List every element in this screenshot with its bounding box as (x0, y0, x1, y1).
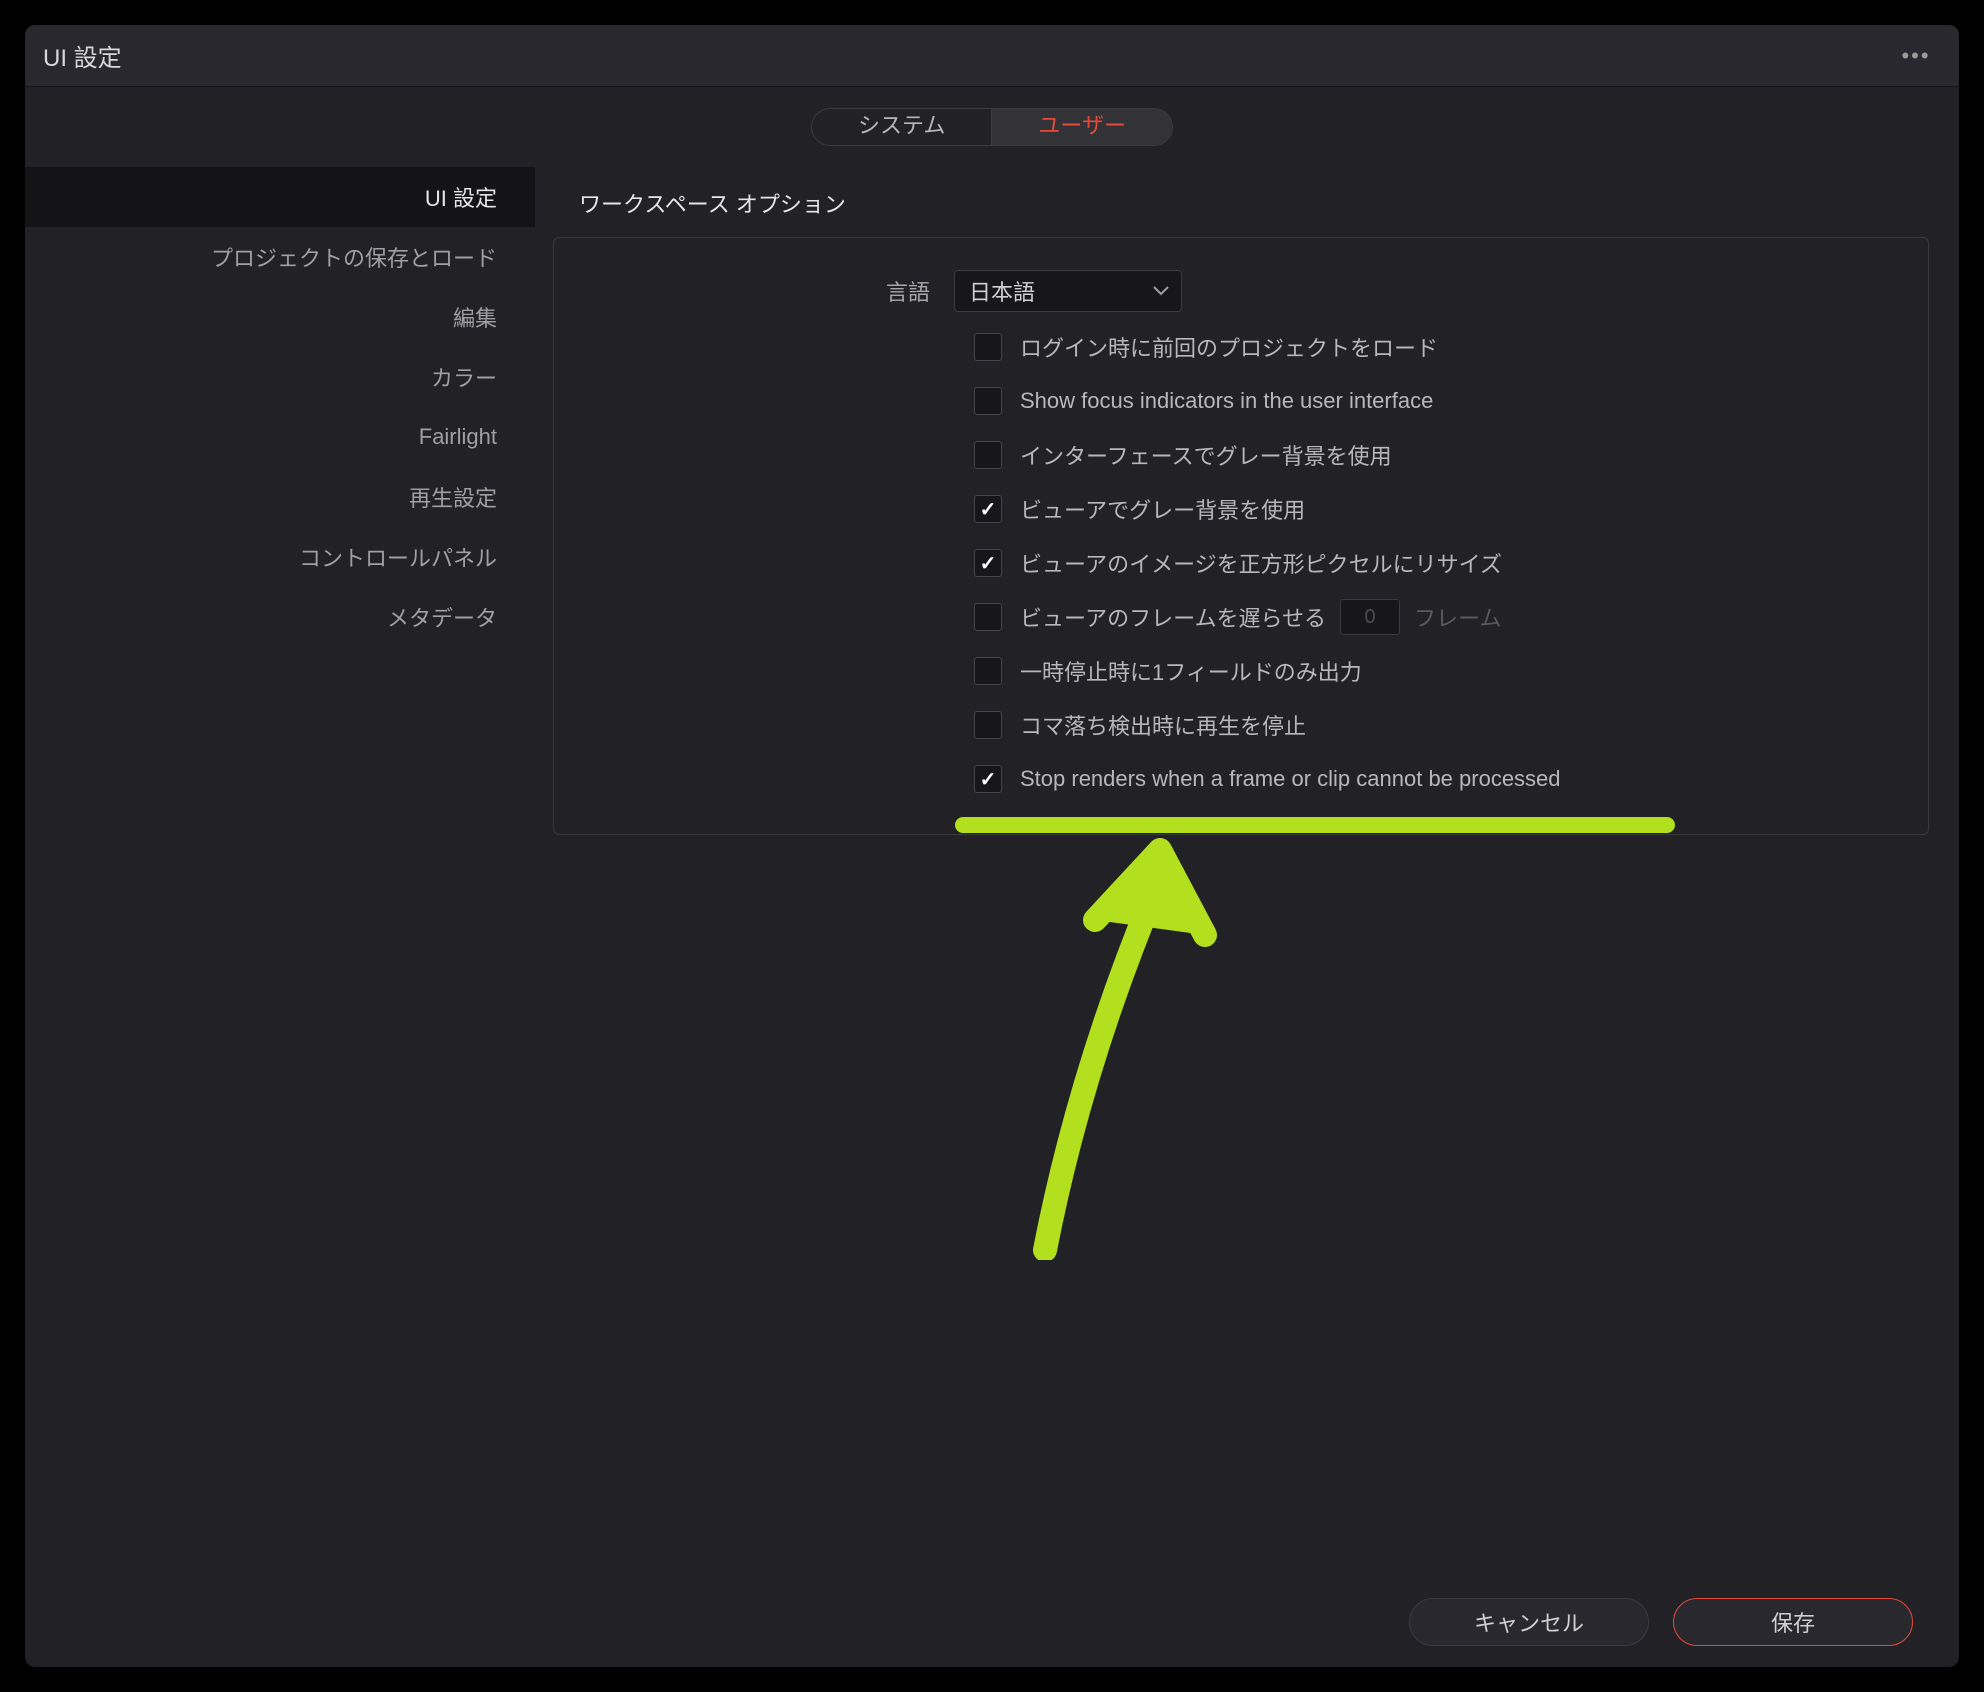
tab-strip: システム ユーザー (25, 87, 1959, 167)
cancel-button[interactable]: キャンセル (1409, 1598, 1649, 1646)
titlebar: UI 設定 ••• (25, 25, 1959, 87)
option-row: コマ落ち検出時に再生を停止 (554, 698, 1928, 752)
tab-user[interactable]: ユーザー (992, 109, 1172, 146)
checkbox-gray-bg-interface[interactable] (974, 441, 1002, 469)
language-row: 言語 日本語 (554, 262, 1928, 320)
checkbox-stop-playback-dropped[interactable] (974, 711, 1002, 739)
option-row: ビューアのイメージを正方形ピクセルにリサイズ (554, 536, 1928, 590)
sidebar-item-playback[interactable]: 再生設定 (25, 467, 535, 527)
language-label: 言語 (886, 275, 930, 307)
sidebar-item-metadata[interactable]: メタデータ (25, 587, 535, 647)
option-row: Stop renders when a frame or clip cannot… (554, 752, 1928, 806)
window-title: UI 設定 (43, 38, 122, 73)
checkbox-focus-indicators[interactable] (974, 387, 1002, 415)
language-select[interactable]: 日本語 (954, 270, 1182, 312)
option-row: ビューアのフレームを遅らせる フレーム (554, 590, 1928, 644)
section-title: ワークスペース オプション (535, 181, 1959, 237)
sidebar-item-ui-settings[interactable]: UI 設定 (25, 167, 535, 227)
option-row: Show focus indicators in the user interf… (554, 374, 1928, 428)
checkbox-square-pixel-resize[interactable] (974, 549, 1002, 577)
sidebar-item-fairlight[interactable]: Fairlight (25, 407, 535, 467)
settings-window: UI 設定 ••• システム ユーザー UI 設定 プロジェクトの保存とロード … (25, 25, 1959, 1667)
main-content: ワークスペース オプション 言語 日本語 ログイン時に前回のプロジェクトをロード… (535, 167, 1959, 1577)
frames-unit: フレーム (1414, 601, 1501, 633)
checkbox-gray-bg-viewer[interactable] (974, 495, 1002, 523)
sidebar-item-control-panel[interactable]: コントロールパネル (25, 527, 535, 587)
body: UI 設定 プロジェクトの保存とロード 編集 カラー Fairlight 再生設… (25, 167, 1959, 1577)
sidebar-item-project-save-load[interactable]: プロジェクトの保存とロード (25, 227, 535, 287)
chevron-down-icon (1153, 286, 1169, 296)
tab-system[interactable]: システム (812, 109, 992, 146)
save-button[interactable]: 保存 (1673, 1598, 1913, 1646)
sidebar-item-editing[interactable]: 編集 (25, 287, 535, 347)
option-label: 一時停止時に1フィールドのみ出力 (1020, 655, 1362, 687)
option-label: ビューアのイメージを正方形ピクセルにリサイズ (1020, 547, 1502, 579)
option-row: ビューアでグレー背景を使用 (554, 482, 1928, 536)
option-row: 一時停止時に1フィールドのみ出力 (554, 644, 1928, 698)
more-menu-button[interactable]: ••• (1891, 36, 1941, 76)
option-label: ビューアでグレー背景を使用 (1020, 493, 1305, 525)
option-row: インターフェースでグレー背景を使用 (554, 428, 1928, 482)
option-row: ログイン時に前回のプロジェクトをロード (554, 320, 1928, 374)
option-label: Show focus indicators in the user interf… (1020, 388, 1433, 414)
option-label: ログイン時に前回のプロジェクトをロード (1020, 331, 1438, 363)
sidebar-item-color[interactable]: カラー (25, 347, 535, 407)
workspace-options-panel: 言語 日本語 ログイン時に前回のプロジェクトをロード Show focus in… (553, 237, 1929, 835)
delay-frames-input[interactable] (1340, 599, 1400, 635)
option-label: ビューアのフレームを遅らせる (1020, 601, 1326, 633)
segmented-control: システム ユーザー (811, 108, 1173, 147)
checkbox-stop-renders[interactable] (974, 765, 1002, 793)
checkbox-load-last-project[interactable] (974, 333, 1002, 361)
checkbox-output-single-field[interactable] (974, 657, 1002, 685)
option-label: インターフェースでグレー背景を使用 (1020, 439, 1392, 471)
option-label: コマ落ち検出時に再生を停止 (1020, 709, 1306, 741)
sidebar: UI 設定 プロジェクトの保存とロード 編集 カラー Fairlight 再生設… (25, 167, 535, 1577)
footer: キャンセル 保存 (25, 1577, 1959, 1667)
language-value: 日本語 (969, 275, 1035, 307)
checkbox-delay-viewer-frames[interactable] (974, 603, 1002, 631)
option-label: Stop renders when a frame or clip cannot… (1020, 766, 1561, 792)
